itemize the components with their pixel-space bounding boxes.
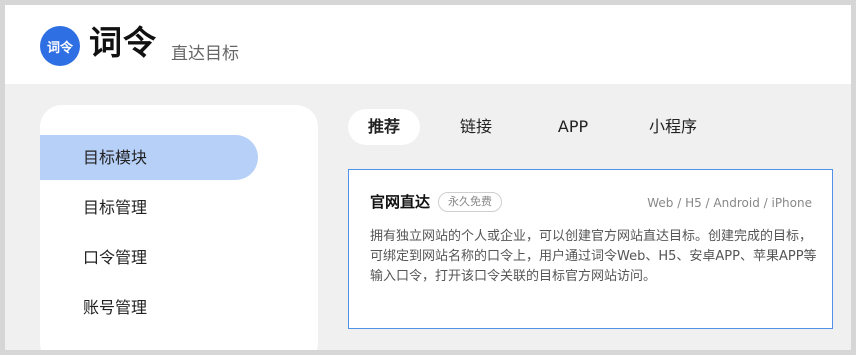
sidebar-item-command-management[interactable]: 口令管理 xyxy=(40,235,258,280)
header: 词令 词令 直达目标 xyxy=(5,5,851,84)
tab-link[interactable]: 链接 xyxy=(444,109,508,145)
card-description: 拥有独立网站的个人或企业，可以创建官方网站直达目标。创建完成的目标，可绑定到网站… xyxy=(370,229,817,284)
free-badge: 永久免费 xyxy=(438,192,502,212)
platform-list: Web / H5 / Android / iPhone xyxy=(647,196,812,210)
target-card-website[interactable]: 官网直达 永久免费 Web / H5 / Android / iPhone 拥有… xyxy=(348,169,833,329)
tab-mini-program[interactable]: 小程序 xyxy=(638,109,708,145)
brand-name: 词令 xyxy=(89,23,157,62)
sidebar-item-target-management[interactable]: 目标管理 xyxy=(40,185,258,230)
sidebar-item-account-management[interactable]: 账号管理 xyxy=(40,285,258,330)
tab-recommended[interactable]: 推荐 xyxy=(348,109,420,145)
card-title: 官网直达 xyxy=(370,193,431,211)
sidebar: 目标模块 目标管理 口令管理 账号管理 xyxy=(40,105,318,350)
app-window: 词令 词令 直达目标 目标模块 目标管理 口令管理 账号管理 推荐 链接 APP… xyxy=(5,5,851,350)
sidebar-item-target-module[interactable]: 目标模块 xyxy=(40,135,258,180)
tab-app[interactable]: APP xyxy=(538,109,608,145)
logo-icon: 词令 xyxy=(40,26,80,66)
slogan: 直达目标 xyxy=(171,44,239,64)
